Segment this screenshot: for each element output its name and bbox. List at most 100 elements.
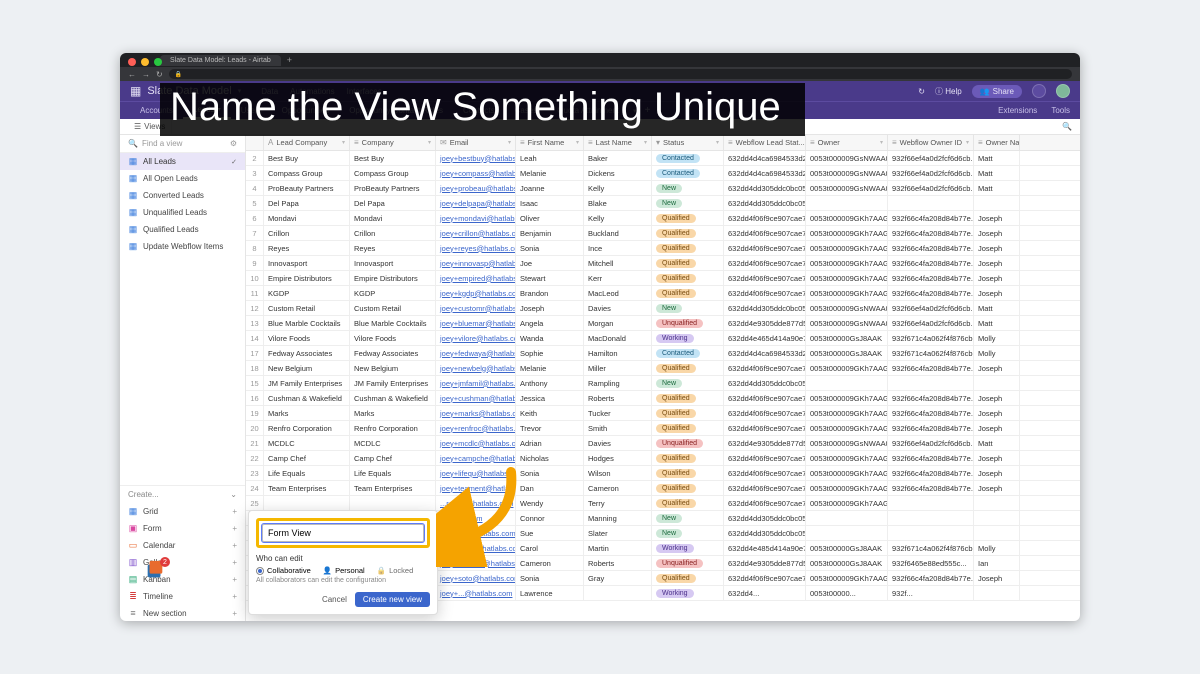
column-header[interactable]: ≡First Name▾ xyxy=(516,135,584,150)
table-cell[interactable]: 932f66c4fa208d84b77e... xyxy=(888,406,974,420)
table-row[interactable]: 11KGDPKGDPjoey+kgdp@hatlabs.comBrandonMa… xyxy=(246,286,1080,301)
table-cell[interactable] xyxy=(806,511,888,525)
table-cell[interactable]: Blue Marble Cocktails xyxy=(264,316,350,330)
table-cell[interactable]: Davies xyxy=(584,436,652,450)
table-cell[interactable]: 0053t000009GKh7AAG xyxy=(806,256,888,270)
table-cell[interactable]: 932f66ef4a0d2fcf6d6cb... xyxy=(888,166,974,180)
table-cell[interactable]: Joseph xyxy=(974,271,1020,285)
table-cell[interactable]: 632dd4f06f9ce907cae78... xyxy=(724,226,806,240)
table-cell[interactable]: Benjamin xyxy=(516,226,584,240)
table-cell[interactable]: Sonia xyxy=(516,571,584,585)
table-cell[interactable]: Buckland xyxy=(584,226,652,240)
table-cell[interactable]: 932f66ef4a0d2fcf6d6cb... xyxy=(888,151,974,165)
table-cell[interactable]: Unqualified xyxy=(652,436,724,450)
close-window-icon[interactable] xyxy=(128,58,136,66)
table-cell[interactable]: Del Papa xyxy=(350,196,436,210)
table-cell[interactable]: 17 xyxy=(246,346,264,360)
table-cell[interactable]: Best Buy xyxy=(264,151,350,165)
table-cell[interactable]: 632dd4e465d414a90e72... xyxy=(724,331,806,345)
table-cell[interactable] xyxy=(888,376,974,390)
table-cell[interactable]: Qualified xyxy=(652,421,724,435)
table-cell[interactable]: Connor xyxy=(516,511,584,525)
table-cell[interactable]: Fedway Associates xyxy=(350,346,436,360)
table-row[interactable]: 14Vilore FoodsVilore Foodsjoey+vilore@ha… xyxy=(246,331,1080,346)
table-cell[interactable]: 632dd4f06f9ce907cae78... xyxy=(724,271,806,285)
table-cell[interactable]: 932f671c4a062f4f876cb... xyxy=(888,331,974,345)
table-cell[interactable]: 932f66ef4a0d2fcf6d6cb... xyxy=(888,181,974,195)
cancel-button[interactable]: Cancel xyxy=(322,595,347,604)
create-view-button[interactable]: Create new view xyxy=(355,592,430,607)
table-cell[interactable]: Matt xyxy=(974,436,1020,450)
table-cell[interactable]: joey+bestbuy@hatlabs.co... xyxy=(436,151,516,165)
table-cell[interactable]: Qualified xyxy=(652,451,724,465)
notifications-icon[interactable] xyxy=(1032,84,1046,98)
table-cell[interactable]: Adrian xyxy=(516,436,584,450)
sidebar-view-item[interactable]: ▦Update Webflow Items xyxy=(120,238,245,255)
table-cell[interactable]: 632dd4f06f9ce907cae78... xyxy=(724,286,806,300)
create-view-type-item[interactable]: ▥Gallery+ xyxy=(120,554,245,571)
table-cell[interactable]: Isaac xyxy=(516,196,584,210)
table-cell[interactable]: 632dd4f06f9ce907cae78... xyxy=(724,406,806,420)
table-cell[interactable]: JM Family Enterprises xyxy=(264,376,350,390)
table-cell[interactable]: Mondavi xyxy=(264,211,350,225)
table-cell[interactable]: joey+bluemar@hatlabs.c... xyxy=(436,316,516,330)
table-cell[interactable]: 19 xyxy=(246,406,264,420)
table-cell[interactable]: 0053t000009GKh7AAG xyxy=(806,271,888,285)
table-cell[interactable]: Unqualified xyxy=(652,316,724,330)
table-cell[interactable]: Marks xyxy=(350,406,436,420)
table-cell[interactable]: Wanda xyxy=(516,331,584,345)
table-cell[interactable]: MCDLC xyxy=(264,436,350,450)
table-cell[interactable]: 13 xyxy=(246,316,264,330)
table-cell[interactable]: MacDonald xyxy=(584,331,652,345)
table-cell[interactable]: Trevor xyxy=(516,421,584,435)
table-cell[interactable]: Innovasport xyxy=(350,256,436,270)
table-cell[interactable]: 632dd4e9305dde877d5... xyxy=(724,316,806,330)
table-cell[interactable] xyxy=(888,496,974,510)
table-cell[interactable]: 632dd4dd305ddc0bc05... xyxy=(724,301,806,315)
table-cell[interactable]: Lawrence xyxy=(516,586,584,600)
column-header[interactable]: ≡Webflow Owner ID▾ xyxy=(888,135,974,150)
table-cell[interactable]: 932f66c4fa208d84b77e... xyxy=(888,226,974,240)
table-cell[interactable]: Cameron xyxy=(584,481,652,495)
create-view-type-item[interactable]: ▭Calendar+ xyxy=(120,537,245,554)
table-cell[interactable]: Kelly xyxy=(584,181,652,195)
table-row[interactable]: 22Camp ChefCamp Chefjoey+campche@hatlabs… xyxy=(246,451,1080,466)
sidebar-search[interactable]: 🔍 Find a view ⚙ xyxy=(120,135,245,153)
forward-icon[interactable]: → xyxy=(142,70,150,79)
table-cell[interactable]: Wendy xyxy=(516,496,584,510)
create-view-type-item[interactable]: ▦Grid+ xyxy=(120,503,245,520)
table-cell[interactable]: Renfro Corporation xyxy=(350,421,436,435)
table-cell[interactable]: Compass Group xyxy=(264,166,350,180)
table-cell[interactable]: Davies xyxy=(584,301,652,315)
table-cell[interactable]: Terry xyxy=(584,496,652,510)
table-cell[interactable]: Molly xyxy=(974,541,1020,555)
table-cell[interactable]: Qualified xyxy=(652,361,724,375)
table-cell[interactable]: ...bruker@hatlabs.com xyxy=(436,526,516,540)
table-cell[interactable]: Cushman & Wakefield xyxy=(350,391,436,405)
table-cell[interactable]: 632dd4f06f9ce907cae78... xyxy=(724,256,806,270)
table-cell[interactable]: 932f66ef4a0d2fcf6d6cb... xyxy=(888,301,974,315)
table-cell[interactable]: Camp Chef xyxy=(350,451,436,465)
table-cell[interactable]: joey+soto@hatlabs.com xyxy=(436,571,516,585)
table-cell[interactable]: ...atlabs.com xyxy=(436,511,516,525)
table-cell[interactable]: 932f66c4fa208d84b77e... xyxy=(888,481,974,495)
create-view-type-item[interactable]: ≣Timeline+ xyxy=(120,588,245,605)
table-cell[interactable]: New xyxy=(652,376,724,390)
table-cell[interactable]: 14 xyxy=(246,331,264,345)
table-cell[interactable]: Marks xyxy=(264,406,350,420)
table-row[interactable]: 6MondaviMondavijoey+mondavi@hatlabs.c...… xyxy=(246,211,1080,226)
table-cell[interactable]: Leah xyxy=(516,151,584,165)
table-cell[interactable]: 0053t00000... xyxy=(806,586,888,600)
share-button[interactable]: 👥 Share xyxy=(972,85,1022,98)
table-cell[interactable]: Nicholas xyxy=(516,451,584,465)
table-cell[interactable]: Qualified xyxy=(652,226,724,240)
table-cell[interactable] xyxy=(974,496,1020,510)
table-row[interactable]: 12Custom RetailCustom Retailjoey+customr… xyxy=(246,301,1080,316)
table-cell[interactable]: New xyxy=(652,511,724,525)
table-cell[interactable]: joey+marks@hatlabs.com xyxy=(436,406,516,420)
create-section-header[interactable]: Create... ⌄ xyxy=(120,485,245,503)
search-icon[interactable]: 🔍 xyxy=(1062,122,1072,131)
table-cell[interactable]: 0053t00000GsJ8AAK xyxy=(806,346,888,360)
new-tab-icon[interactable]: + xyxy=(287,55,292,65)
table-cell[interactable]: Joseph xyxy=(974,361,1020,375)
